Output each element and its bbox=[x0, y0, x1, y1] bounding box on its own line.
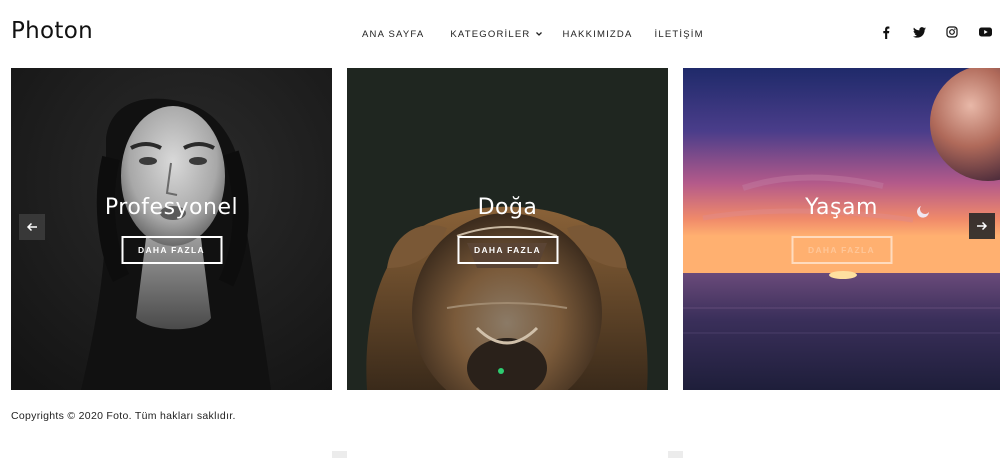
arrow-left-icon bbox=[26, 222, 37, 232]
slide-gap bbox=[668, 451, 683, 458]
daha-fazla-button[interactable]: DAHA FAZLA bbox=[121, 236, 222, 264]
slide-yasam[interactable]: Yaşam DAHA FAZLA bbox=[683, 68, 1000, 390]
daha-fazla-button[interactable]: DAHA FAZLA bbox=[791, 236, 892, 264]
slider-track bbox=[11, 451, 1000, 458]
nav-item-hakkimizda[interactable]: HAKKIMIZDA bbox=[562, 29, 632, 40]
slide-title: Profesyonel bbox=[104, 195, 239, 220]
slide-doga[interactable]: Doğa DAHA FAZLA bbox=[347, 68, 668, 390]
twitter-icon[interactable] bbox=[912, 25, 926, 39]
site-logo[interactable]: Photon bbox=[11, 18, 93, 44]
lion-image bbox=[347, 68, 668, 390]
nav-item-ana-sayfa[interactable]: ANA SAYFA bbox=[362, 29, 424, 40]
daha-fazla-button[interactable]: DAHA FAZLA bbox=[457, 236, 558, 264]
slide-profesyonel[interactable]: Profesyonel DAHA FAZLA bbox=[11, 68, 332, 390]
site-header: Photon ANA SAYFA KATEGORİLER HAKKIMIZDA … bbox=[0, 0, 1000, 68]
slide-gap bbox=[332, 451, 347, 458]
nav-item-iletisim[interactable]: İLETİŞİM bbox=[655, 29, 704, 40]
arrow-right-icon bbox=[977, 221, 988, 231]
daha-fazla-button-label: DAHA FAZLA bbox=[808, 245, 875, 255]
sunset-sea-image bbox=[683, 68, 1000, 390]
chevron-down-icon bbox=[536, 32, 543, 36]
site-footer: Copyrights © 2020 Foto. Tüm hakları sakl… bbox=[11, 410, 236, 422]
nav-item-kategoriler[interactable]: KATEGORİLER bbox=[450, 29, 544, 40]
slider-dot-active[interactable] bbox=[498, 368, 504, 374]
slider-next-button[interactable] bbox=[969, 213, 995, 239]
portrait-image bbox=[11, 68, 332, 390]
image-slider: Profesyonel DAHA FAZLA Doğa DAHA FAZLA Y… bbox=[0, 68, 1000, 458]
nav-item-kategoriler-label: KATEGORİLER bbox=[450, 28, 531, 40]
facebook-icon[interactable] bbox=[879, 25, 893, 39]
slider-dots bbox=[498, 368, 504, 374]
instagram-icon[interactable] bbox=[945, 25, 959, 39]
slider-prev-button[interactable] bbox=[19, 214, 45, 240]
main-nav: ANA SAYFA KATEGORİLER HAKKIMIZDA İLETİŞİ… bbox=[362, 27, 704, 41]
slide-title: Doğa bbox=[477, 195, 538, 220]
social-links bbox=[860, 25, 992, 39]
youtube-icon[interactable] bbox=[978, 25, 992, 39]
slide-title: Yaşam bbox=[805, 195, 878, 220]
